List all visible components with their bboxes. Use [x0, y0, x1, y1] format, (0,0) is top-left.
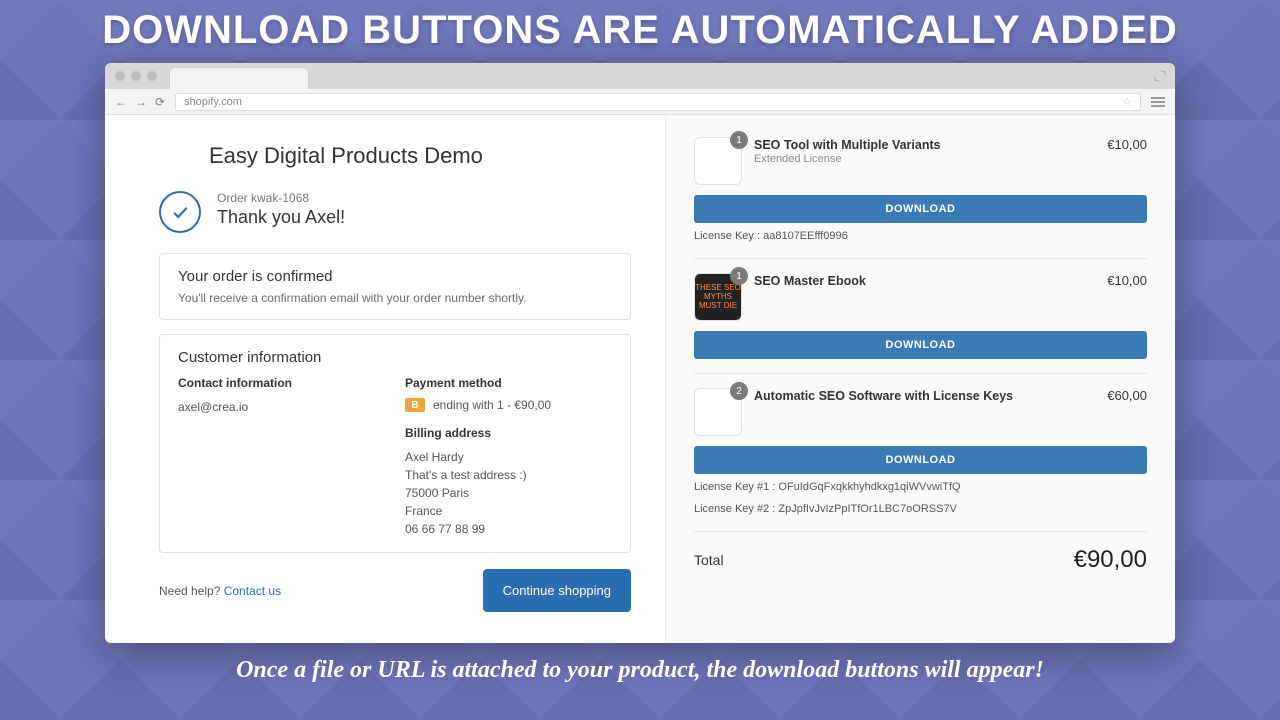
billing-address: Axel HardyThat's a test address :)75000 … [405, 448, 612, 538]
item-variant: Extended License [754, 153, 1095, 165]
confirm-title: Your order is confirmed [178, 268, 612, 285]
checkout-main: Easy Digital Products Demo Order kwak-10… [105, 115, 665, 643]
license-key: License Key #1 : OFuIdGqFxqkkhyhdkxg1qiW… [694, 480, 1147, 495]
order-summary-panel: 1 SEO Tool with Multiple Variants Extend… [665, 115, 1175, 643]
cart-item: 1 SEO Tool with Multiple Variants Extend… [694, 137, 1147, 244]
divider [694, 373, 1147, 374]
promo-headline: DOWNLOAD BUTTONS ARE AUTOMATICALLY ADDED [102, 8, 1178, 53]
confirm-subtitle: You'll receive a confirmation email with… [178, 291, 612, 305]
reload-icon[interactable]: ⟳ [155, 95, 165, 109]
contact-us-link[interactable]: Contact us [224, 584, 281, 598]
expand-icon[interactable] [1153, 69, 1167, 83]
license-key: License Key : aa8107EEfff0996 [694, 229, 1147, 244]
back-icon[interactable]: ← [115, 95, 127, 109]
divider [694, 258, 1147, 259]
url-text: shopify.com [184, 96, 242, 108]
store-title: Easy Digital Products Demo [209, 143, 631, 169]
browser-window: ← → ⟳ shopify.com ☆ Easy Digital Product… [105, 63, 1175, 643]
promo-footer: Once a file or URL is attached to your p… [236, 657, 1044, 684]
continue-shopping-button[interactable]: Continue shopping [483, 569, 631, 612]
forward-icon[interactable]: → [135, 95, 147, 109]
bookmark-star-icon[interactable]: ☆ [1122, 95, 1132, 108]
item-title: SEO Master Ebook [754, 273, 1095, 289]
customer-info-title: Customer information [178, 349, 612, 366]
cart-item: 2 Automatic SEO Software with License Ke… [694, 388, 1147, 517]
contact-email: axel@crea.io [178, 398, 385, 416]
total-label: Total [694, 552, 724, 568]
divider [694, 531, 1147, 532]
payment-method-label: Payment method [405, 376, 612, 390]
order-confirmed-card: Your order is confirmed You'll receive a… [159, 253, 631, 320]
hamburger-menu-icon[interactable] [1151, 97, 1165, 107]
customer-info-card: Customer information Contact information… [159, 334, 631, 553]
item-price: €60,00 [1107, 388, 1147, 403]
billing-address-label: Billing address [405, 426, 612, 440]
help-text: Need help? Contact us [159, 584, 281, 598]
url-field[interactable]: shopify.com ☆ [175, 93, 1141, 111]
browser-tab[interactable] [169, 67, 309, 89]
quantity-badge: 2 [730, 382, 748, 400]
contact-info-label: Contact information [178, 376, 385, 390]
item-title: Automatic SEO Software with License Keys [754, 388, 1095, 404]
checkmark-circle-icon [159, 191, 201, 233]
item-price: €10,00 [1107, 137, 1147, 152]
thank-you-text: Thank you Axel! [217, 207, 345, 228]
quantity-badge: 1 [730, 131, 748, 149]
download-button[interactable]: DOWNLOAD [694, 195, 1147, 223]
download-button[interactable]: DOWNLOAD [694, 331, 1147, 359]
item-price: €10,00 [1107, 273, 1147, 288]
payment-method-text: ending with 1 - €90,00 [433, 398, 551, 412]
browser-navbar: ← → ⟳ shopify.com ☆ [105, 89, 1175, 115]
license-key: License Key #2 : ZpJpfIvJvIzPpITfOr1LBC7… [694, 502, 1147, 517]
payment-card-icon: B [405, 398, 425, 412]
browser-tabbar [105, 63, 1175, 89]
cart-item: THESE SEO MYTHS MUST DIE 1 SEO Master Eb… [694, 273, 1147, 359]
window-controls[interactable] [115, 71, 157, 81]
order-number: Order kwak-1068 [217, 191, 345, 205]
quantity-badge: 1 [730, 267, 748, 285]
download-button[interactable]: DOWNLOAD [694, 446, 1147, 474]
total-value: €90,00 [1074, 546, 1147, 574]
item-title: SEO Tool with Multiple Variants [754, 137, 1095, 153]
